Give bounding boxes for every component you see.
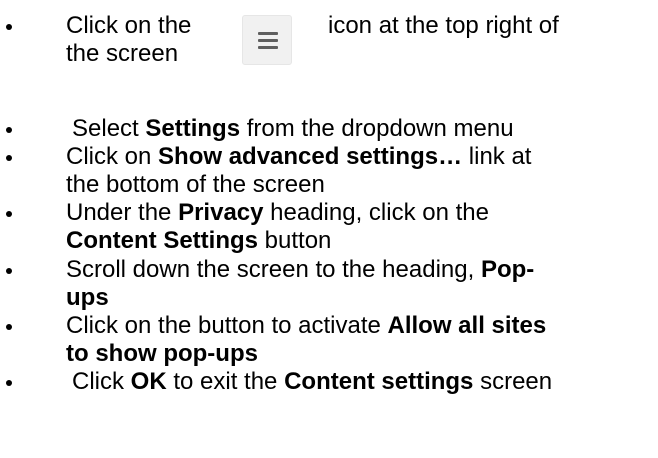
instruction-text: Click on Show advanced settings… link at… (66, 143, 646, 199)
instruction-segment: to exit the (166, 368, 285, 395)
instruction-item-3: Click on Show advanced settings… link at… (0, 143, 658, 199)
instruction-line: the screen (66, 40, 656, 68)
instruction-text: Select Settings from the dropdown menu (72, 115, 652, 143)
bullet-icon (6, 211, 12, 217)
bullet-icon (6, 268, 12, 274)
bullet-icon (6, 380, 12, 386)
menu-bar (258, 46, 278, 49)
instruction-line: Click on the button to activate Allow al… (66, 312, 646, 340)
hamburger-menu-icon (242, 15, 292, 65)
instruction-line: to show pop-ups (66, 340, 646, 368)
menu-bar (258, 39, 278, 42)
instruction-segment: ups (66, 284, 109, 311)
menu-bar (258, 32, 278, 35)
bullet-icon (6, 24, 12, 30)
instruction-segment: to show pop-ups (66, 340, 258, 367)
instruction-line: Scroll down the screen to the heading, P… (66, 256, 646, 284)
instruction-item-5: Scroll down the screen to the heading, P… (0, 256, 658, 312)
instruction-segment: the screen (66, 40, 179, 67)
instruction-item-6: Click on the button to activate Allow al… (0, 312, 658, 368)
bullet-icon (6, 155, 12, 161)
instruction-item-7: Click OK to exit the Content settings sc… (0, 368, 658, 396)
instruction-text: Click OK to exit the Content settings sc… (72, 368, 652, 396)
instruction-segment: button (258, 227, 332, 254)
instruction-segment: Content Settings (66, 227, 258, 254)
instruction-item-4: Under the Privacy heading, click on the … (0, 199, 658, 255)
instruction-segment: Click on the button to activate (66, 312, 388, 339)
instruction-list: Click on the the screen icon at the top … (0, 0, 658, 458)
instruction-segment: Settings (145, 115, 241, 142)
instruction-segment: Pop- (480, 256, 535, 283)
instruction-line: Click OK to exit the Content settings sc… (72, 368, 652, 396)
instruction-segment: Under the (66, 199, 179, 226)
instruction-segment: the bottom of the screen (66, 171, 325, 198)
instruction-item-2: Select Settings from the dropdown menu (0, 115, 658, 143)
instruction-segment: Privacy (178, 199, 264, 226)
instruction-item-1: Click on the the screen icon at the top … (0, 12, 658, 72)
bullet-icon (6, 127, 12, 133)
instruction-text: Click on the button to activate Allow al… (66, 312, 646, 368)
instruction-line: the bottom of the screen (66, 171, 646, 199)
instruction-segment: Content settings (284, 368, 474, 395)
instruction-segment: screen (473, 368, 553, 395)
instruction-segment: Show advanced settings… (158, 143, 463, 170)
instruction-segment: icon at the top right of (328, 12, 559, 39)
instruction-segment: Select (72, 115, 146, 142)
instruction-segment: heading, click on the (263, 199, 489, 226)
instruction-line: ups (66, 284, 646, 312)
instruction-line: Click on Show advanced settings… link at (66, 143, 646, 171)
instruction-segment: OK (130, 368, 167, 395)
instruction-line: Content Settings button (66, 227, 646, 255)
instruction-line: Select Settings from the dropdown menu (72, 115, 652, 143)
instruction-segment: Click on the (66, 12, 192, 39)
instruction-segment: Click (72, 368, 131, 395)
instruction-segment: Click on (66, 143, 159, 170)
instruction-text: Scroll down the screen to the heading, P… (66, 256, 646, 312)
instruction-segment: Allow all sites (387, 312, 547, 339)
instruction-segment: Scroll down the screen to the heading, (66, 256, 481, 283)
instruction-text: Under the Privacy heading, click on the … (66, 199, 646, 255)
instruction-line: Under the Privacy heading, click on the (66, 199, 646, 227)
instruction-segment: link at (462, 143, 532, 170)
bullet-icon (6, 324, 12, 330)
instruction-segment: from the dropdown menu (240, 115, 514, 142)
